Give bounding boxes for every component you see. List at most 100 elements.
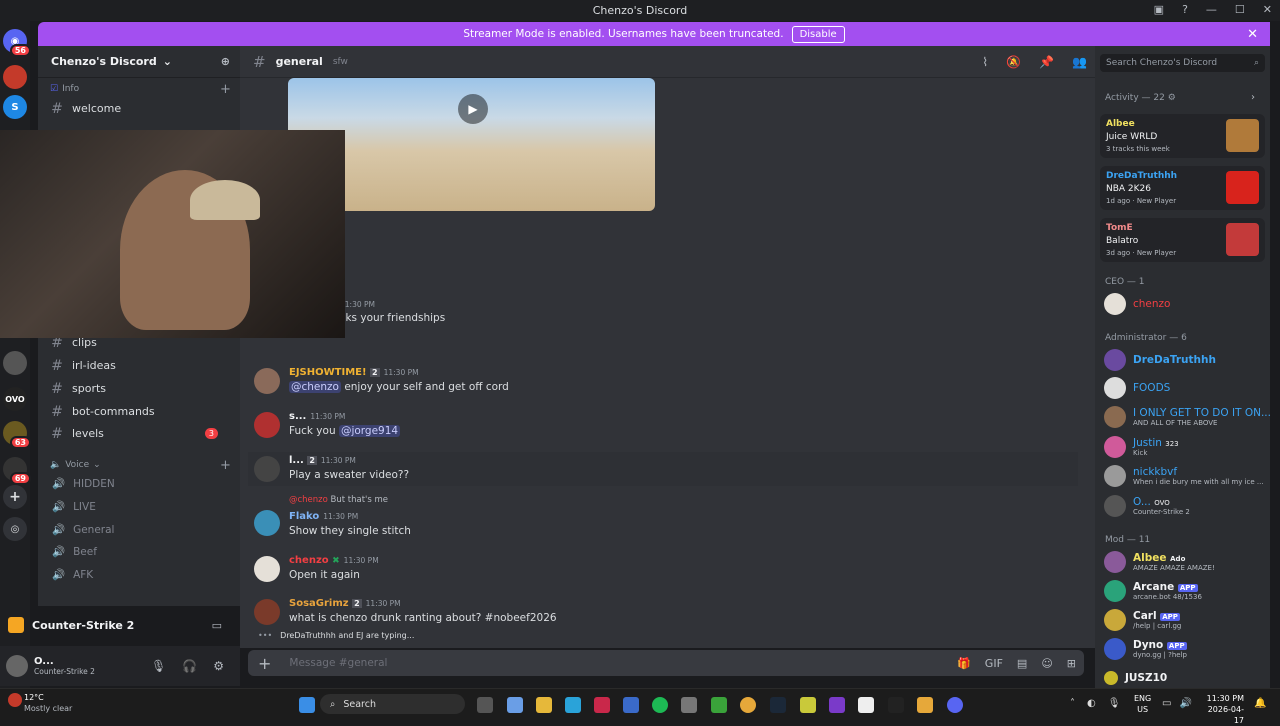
message[interactable]: l... 2 11:30 PM Play a sweater video?? [248,452,1078,486]
channel-bot-commands[interactable]: # bot-commands [38,401,228,422]
steam-icon[interactable] [770,697,786,713]
direct-messages-icon[interactable]: ◉ 56 [3,29,31,57]
activity-user[interactable]: TomE [1106,223,1133,233]
maximize-icon[interactable]: ☐ [1235,3,1245,16]
disable-button[interactable]: Disable [791,25,845,43]
microphone-icon[interactable]: 🎙 [1108,698,1121,709]
headphones-icon[interactable]: 🎧 [182,659,197,673]
gear-icon[interactable]: ⚙ [1168,93,1176,103]
author-name[interactable]: Flako [289,511,319,522]
channel-irl-ideas[interactable]: # irl-ideas [38,355,228,376]
message[interactable]: @chenzo But that's me Flako 11:30 PM Show… [248,494,1078,542]
app-icon[interactable] [888,697,904,713]
add-server-icon[interactable]: + [3,485,27,509]
message-author[interactable]: Flako 11:30 PM [289,511,358,522]
message[interactable]: EJSHOWTIME! 2 11:30 PM @chenzo enjoy your… [248,366,1078,398]
avatar[interactable] [254,368,280,394]
system-tray[interactable]: ˄ ◐ 🎙 [1070,698,1120,709]
quick-settings[interactable]: ▭ 🔊 [1162,698,1192,709]
notifications-icon[interactable]: 🔔 [1254,698,1266,709]
gif-icon[interactable]: GIF [985,657,1003,670]
discord-icon[interactable] [947,697,963,713]
server-icon[interactable] [3,65,27,89]
server-header[interactable]: Chenzo's Discord ⌄ ⊕ [38,46,240,78]
member-item[interactable]: Dyno APP dyno.gg | ?help [1104,638,1187,660]
spotify-icon[interactable] [652,697,668,713]
close-window-icon[interactable]: ✕ [1263,3,1272,16]
chevron-right-icon[interactable]: › [1251,92,1255,103]
server-icon[interactable]: S [3,95,27,119]
message-author[interactable]: EJSHOWTIME! 2 11:30 PM [289,367,419,378]
message-author[interactable]: chenzo ✖ 11:30 PM [289,555,379,566]
discover-icon[interactable]: ◎ [3,517,27,541]
activity-user[interactable]: DreDaTruthhh [1106,171,1177,181]
voice-channel[interactable]: 🔊 General [52,523,114,537]
member-item[interactable]: chenzo [1104,293,1170,315]
category-info[interactable]: ☑ Info [50,84,79,94]
emoji-icon[interactable]: ☺ [1041,657,1052,670]
sticker-icon[interactable]: ▤ [1017,657,1027,670]
avatar[interactable] [254,456,280,482]
channel-sports[interactable]: # sports [38,378,228,399]
task-view-icon[interactable] [477,697,493,713]
chrome-icon[interactable] [740,697,756,713]
author-name[interactable]: EJSHOWTIME! [289,367,367,378]
message-composer[interactable]: + Message #general 🎁 GIF ▤ ☺ ⊞ [248,650,1084,676]
settings-icon[interactable] [681,697,697,713]
message-author[interactable]: s... 11:30 PM [289,411,345,422]
microphone-icon[interactable]: 🎙 [151,659,166,673]
server-icon[interactable]: 63 [3,421,31,449]
copilot-icon[interactable] [507,697,523,713]
app-icon[interactable] [917,697,933,713]
activity-user[interactable]: Albee [1106,119,1135,129]
avatar[interactable] [254,599,280,625]
member-item[interactable]: Justin 323 Kick [1104,436,1179,458]
tray-app-icon[interactable]: ◐ [1087,698,1096,709]
chevron-up-icon[interactable]: ˄ [1070,698,1075,709]
search-input[interactable]: Search Chenzo's Discord ⌕ [1100,54,1265,72]
app-icon[interactable] [829,697,845,713]
member-item[interactable]: nickkbvf When i die bury me with all my i… [1104,465,1264,487]
avatar[interactable] [254,412,280,438]
gift-icon[interactable]: 🎁 [957,657,971,670]
weather-temp[interactable]: 12°C [24,693,44,702]
member-item[interactable]: FOODS [1104,377,1170,399]
clock[interactable]: 11:30 PM 2026-04-17 [1200,693,1244,726]
reply-mention[interactable]: @chenzo [289,495,328,505]
author-name[interactable]: s... [289,411,306,422]
help-icon[interactable]: ? [1182,3,1188,16]
user-mention[interactable]: @jorge914 [338,425,401,437]
author-name[interactable]: l... [289,455,304,466]
avatar[interactable] [6,655,28,677]
user-name[interactable]: O... [34,656,95,667]
member-item[interactable]: JUSZ10 [1104,671,1167,685]
message-author[interactable]: SosaGrimz 2 11:30 PM [289,598,401,609]
edge-icon[interactable] [565,697,581,713]
avatar[interactable] [254,510,280,536]
member-item[interactable]: I ONLY GET TO DO IT ON... AND ALL OF THE … [1104,406,1271,428]
channel-levels[interactable]: # levels 3 [38,423,228,444]
add-attachment-icon[interactable]: + [258,654,271,673]
app-icon[interactable] [800,697,816,713]
members-icon[interactable]: 👥 [1072,55,1087,69]
avatar[interactable] [254,556,280,582]
app-icon[interactable] [623,697,639,713]
language-indicator[interactable]: ENG US [1134,693,1151,715]
reply-reference[interactable]: @chenzo But that's me [289,495,388,505]
screen-share-icon[interactable]: ▭ [212,619,222,632]
mute-icon[interactable]: 🔕 [1006,55,1021,69]
server-icon[interactable] [3,351,27,375]
pin-icon[interactable]: 📌 [1039,55,1054,69]
category-voice[interactable]: 🔈 Voice ⌄ [50,460,101,470]
weather-icon[interactable] [8,693,22,707]
member-item[interactable]: Arcane APP arcane.bot 48/1536 [1104,580,1202,602]
volume-icon[interactable]: 🔊 [1179,698,1191,709]
xbox-icon[interactable] [711,697,727,713]
threads-icon[interactable]: ⌇ [982,55,988,69]
taskbar-search[interactable]: ⌕ Search [320,694,465,714]
author-name[interactable]: SosaGrimz [289,598,349,609]
member-item[interactable]: DreDaTruthhh [1104,349,1216,371]
display-icon[interactable]: ▭ [1162,698,1171,709]
settings-gear-icon[interactable]: ⚙ [213,659,224,673]
add-channel-icon[interactable]: + [220,82,231,97]
